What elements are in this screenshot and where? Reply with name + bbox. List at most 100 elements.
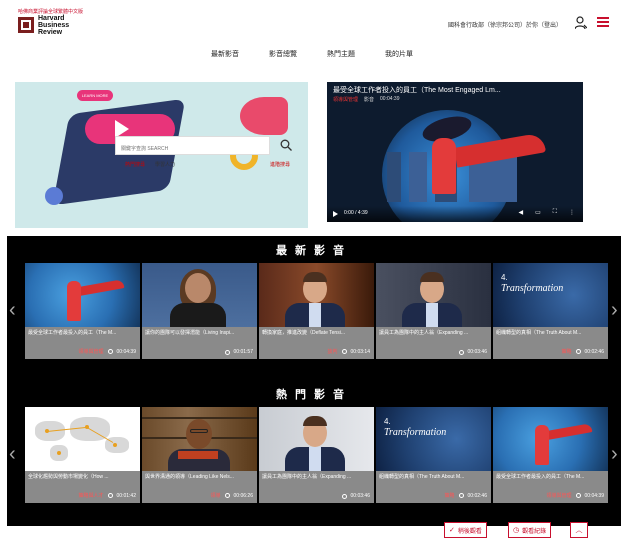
search-icon[interactable] [280,139,292,151]
hot-search-link[interactable]: 熱門搜尋 [125,161,145,168]
carousel-next-icon[interactable]: › [611,442,619,467]
video-card-meta: 策略 00:02:46 [445,492,487,500]
menu-icon[interactable] [597,17,609,28]
clock-icon [224,493,230,498]
video-card-tag[interactable]: 策略與人才 [79,492,104,499]
search-input[interactable] [116,140,269,158]
video-thumbnail: 4. Transformation [376,407,491,471]
video-card-tag[interactable]: 策略 [445,492,455,499]
video-card-duration: 00:04:39 [584,492,604,499]
video-card-tag[interactable]: 策略 [562,348,572,355]
clock-icon [575,349,581,354]
site-header: 哈佛商業評論全球繁體中文版 Harvard Business Review 國科… [0,0,624,42]
play-icon[interactable] [333,211,338,217]
video-card-duration: 00:02:46 [467,492,487,499]
user-icon[interactable] [575,16,587,30]
video-card-title[interactable]: 組織轉型的真相（The Truth About M... [379,473,488,480]
nav-item-topics[interactable]: 熱門主題 [327,46,355,64]
video-card-title[interactable]: 與世界溝通的領導（Leading Like Nels... [145,473,254,480]
video-card-info: 與世界溝通的領導（Leading Like Nels... 領導 00:06:26 [142,471,257,503]
video-thumbnail [25,407,140,471]
video-card[interactable]: 最受全球工作者最投入的員工（The M... 領導與管理 00:04:39 [493,407,608,503]
video-card-info: 最受全球工作者最投入的員工（The M... 領導與管理 00:04:39 [25,327,140,359]
featured-video-duration: 00:04:39 [380,96,400,102]
video-card[interactable]: 轉換家庭，推進改變（Deflate Tensi... 談判 00:03:14 [259,263,374,359]
video-card-meta: 領導與管理 00:04:39 [547,492,604,500]
clock-icon [107,349,113,354]
carousel-prev-icon[interactable]: ‹ [9,442,17,467]
video-thumbnail: 4. Transformation [493,263,608,327]
video-card-title[interactable]: 讓你的團隊可以發揮潛能（Living Inspi... [145,329,254,336]
video-card-info: 轉換家庭，推進改變（Deflate Tensi... 談判 00:03:14 [259,327,374,359]
logo-tagline: 哈佛商業評論全球繁體中文版 [18,9,84,15]
video-card-title[interactable]: 轉換家庭，推進改變（Deflate Tensi... [262,329,371,336]
video-card[interactable]: 4. Transformation 組織轉型的真相（The Truth About … [376,407,491,503]
video-card-info: 全球化趨勢與勞動市場變化（How ... 策略與人才 00:01:42 [25,471,140,503]
nav-item-all[interactable]: 影音總覽 [269,46,297,64]
video-card-tag[interactable]: 領導與管理 [79,348,104,355]
featured-video-type: 影音 [364,97,375,103]
video-card-info: 讓員工為團隊中的主人翁（Expanding ... 00:03:46 [259,471,374,503]
video-card[interactable]: 讓員工為團隊中的主人翁（Expanding ... 00:03:46 [259,407,374,503]
video-card-title[interactable]: 讓員工為團隊中的主人翁（Expanding ... [262,473,371,480]
nav-item-latest[interactable]: 最新影音 [211,46,239,64]
featured-video-meta: 領導與管理 影音 00:04:39 [333,96,400,103]
video-card-duration: 00:01:42 [116,492,136,499]
clock-icon [575,493,581,498]
video-card-title[interactable]: 讓員工為團隊中的主人翁（Expanding ... [379,329,488,336]
video-card-title[interactable]: 全球化趨勢與勞動市場變化（How ... [28,473,137,480]
hbr-logo[interactable]: 哈佛商業評論全球繁體中文版 Harvard Business Review [18,8,83,38]
video-card[interactable]: 讓員工為團隊中的主人翁（Expanding ... 00:03:46 [376,263,491,359]
history-button[interactable]: ◷ 觀看紀錄 [508,522,552,538]
search-links: 熱門搜尋 學習人力 [125,161,175,168]
watch-later-label: 稍後觀看 [457,528,482,535]
video-card[interactable]: 與世界溝通的領導（Leading Like Nels... 領導 00:06:26 [142,407,257,503]
fullscreen-icon[interactable]: ⛶ [553,209,557,216]
video-card-meta: 領導與管理 00:04:39 [79,348,136,356]
video-card-tag[interactable]: 領導 [211,492,221,499]
video-card[interactable]: 全球化趨勢與勞動市場變化（How ... 策略與人才 00:01:42 [25,407,140,503]
video-card-duration: 00:06:26 [233,492,253,499]
clock-icon [107,493,113,498]
featured-video-title[interactable]: 最受全球工作者投入的員工（The Most Engaged Lm... [333,85,577,95]
video-card-duration: 00:01:57 [233,349,253,355]
clock-icon: ◷ [513,527,520,534]
video-card-info: 最受全球工作者最投入的員工（The M... 領導與管理 00:04:39 [493,471,608,503]
watch-later-button[interactable]: ✓ 稍後觀看 [444,522,487,538]
back-to-top-button[interactable]: ︿ [570,522,588,538]
video-card-meta: 00:03:46 [338,493,370,499]
featured-video-tag[interactable]: 領導與管理 [333,96,358,103]
video-thumbnail [142,407,257,471]
video-card-title[interactable]: 組織轉型的真相（The Truth About M... [496,329,605,336]
video-card-tag[interactable]: 談判 [328,348,338,355]
megaphone-icon [240,97,288,135]
video-card[interactable]: 最受全球工作者最投入的員工（The M... 領導與管理 00:04:39 [25,263,140,359]
talent-search-link[interactable]: 學習人力 [155,161,175,168]
video-card-duration: 00:03:46 [350,493,370,499]
carousel-next-icon[interactable]: › [611,298,619,323]
carousel-prev-icon[interactable]: ‹ [9,298,17,323]
video-thumbnail [259,263,374,327]
video-card[interactable]: 讓你的團隊可以發揮潛能（Living Inspi... 00:01:57 [142,263,257,359]
nav-item-playlist[interactable]: 我的片單 [385,46,413,64]
decor-dot [45,187,63,205]
video-card-meta: 策略與人才 00:01:42 [79,492,136,500]
more-icon[interactable]: ⋮ [569,209,575,216]
learn-more-button[interactable]: LEARN MORE [77,90,113,101]
clock-icon [458,349,464,355]
latest-section-title: 最新影音 [276,245,352,257]
video-card-tag[interactable]: 領導與管理 [547,492,572,499]
video-thumbnail [25,263,140,327]
advanced-search-link[interactable]: 進階搜尋 [270,161,290,168]
pip-icon[interactable]: ▭ [535,209,541,216]
video-card-info: 組織轉型的真相（The Truth About M... 策略 00:02:46 [493,327,608,359]
player-time: 0:00 / 4:39 [344,210,368,216]
video-card-title[interactable]: 最受全球工作者最投入的員工（The M... [496,473,605,480]
featured-video-player[interactable]: 最受全球工作者投入的員工（The Most Engaged Lm... 領導與管… [327,82,583,222]
volume-icon[interactable]: ◀ [519,209,524,216]
video-card[interactable]: 4. Transformation 組織轉型的真相（The Truth About … [493,263,608,359]
video-card-meta: 領導 00:06:26 [211,492,253,500]
video-thumbnail [142,263,257,327]
video-card-title[interactable]: 最受全球工作者最投入的員工（The M... [28,329,137,336]
video-card-duration: 00:02:46 [584,348,604,355]
